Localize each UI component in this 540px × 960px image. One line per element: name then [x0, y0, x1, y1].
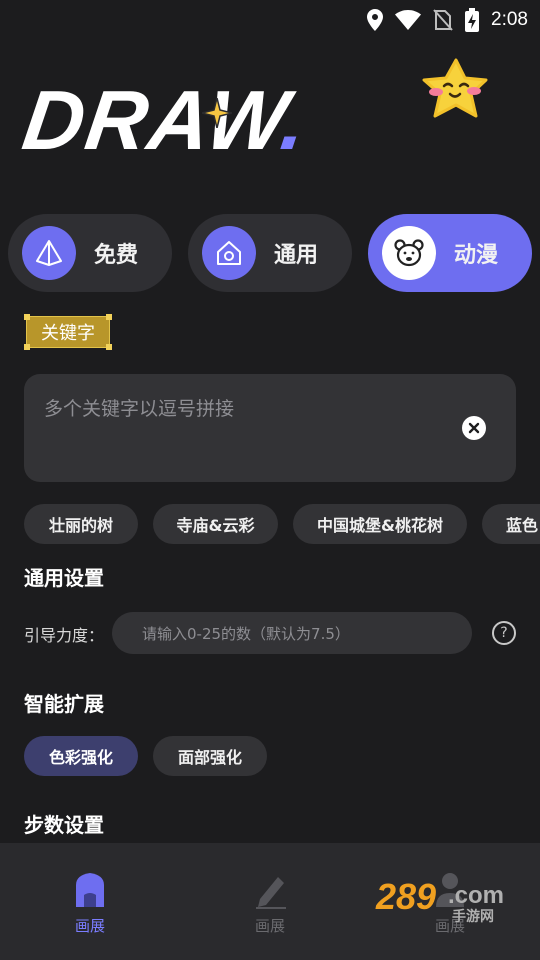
guidance-row: 引导力度： 请输入0-25的数（默认为7.5） ?	[24, 612, 524, 654]
status-time: 2:08	[491, 9, 528, 30]
location-icon	[367, 9, 384, 31]
suggestion-chip[interactable]: 壮丽的树	[24, 504, 138, 544]
category-row: 免费 通用 动漫	[8, 214, 540, 294]
close-icon	[468, 422, 480, 434]
pencil-icon	[256, 877, 286, 909]
logo-text: DRAW.	[17, 73, 315, 167]
suggestion-chip[interactable]: 寺庙&云彩	[153, 504, 278, 544]
wifi-icon	[395, 10, 422, 30]
face-enhance-chip[interactable]: 面部强化	[153, 736, 267, 776]
category-label: 动漫	[454, 243, 499, 268]
nav-draw[interactable]: 画展	[180, 843, 360, 960]
bear-icon	[394, 239, 424, 267]
nav-gallery[interactable]: 画展	[0, 843, 180, 960]
home-icon	[217, 241, 241, 265]
nav-label: 画展	[254, 917, 285, 935]
watermark-number: 289	[376, 876, 437, 917]
no-sim-icon	[433, 9, 453, 31]
steps-title: 步数设置	[24, 813, 104, 837]
category-anime[interactable]: 动漫	[368, 214, 532, 292]
keyword-input[interactable]: 多个关键字以逗号拼接	[24, 374, 516, 482]
guidance-placeholder: 请输入0-25的数（默认为7.5）	[142, 625, 350, 643]
keyword-tag: 关键字	[24, 314, 112, 350]
keyword-placeholder: 多个关键字以逗号拼接	[44, 398, 235, 420]
smart-extend-title: 智能扩展	[24, 692, 104, 716]
category-label: 通用	[274, 243, 319, 268]
site-watermark: 289 .com 手游网	[374, 876, 524, 926]
suggestion-chips: 壮丽的树 寺庙&云彩 中国城堡&桃花树 蓝色	[24, 504, 540, 544]
battery-charging-icon	[465, 8, 480, 32]
category-general[interactable]: 通用	[188, 214, 352, 292]
color-enhance-chip[interactable]: 色彩强化	[24, 736, 138, 776]
suggestion-chip[interactable]: 中国城堡&桃花树	[293, 504, 467, 544]
category-label: 免费	[94, 243, 139, 268]
pyramid-icon	[36, 240, 62, 266]
guidance-input[interactable]: 请输入0-25的数（默认为7.5）	[112, 612, 472, 654]
app-logo: DRAW.	[17, 72, 314, 169]
status-bar: 2:08	[0, 0, 540, 40]
guidance-label: 引导力度：	[24, 626, 105, 645]
clear-input-button[interactable]	[462, 416, 486, 440]
status-icons: 2:08	[367, 6, 528, 34]
category-free[interactable]: 免费	[8, 214, 172, 292]
nav-label: 画展	[74, 917, 105, 935]
sparkle-icon	[202, 98, 232, 128]
help-icon[interactable]: ?	[492, 621, 516, 645]
watermark-text: 手游网	[452, 909, 494, 925]
gallery-home-icon	[76, 873, 104, 907]
star-mascot-icon	[422, 58, 488, 118]
general-settings-title: 通用设置	[24, 566, 104, 590]
suggestion-chip[interactable]: 蓝色	[482, 504, 540, 544]
